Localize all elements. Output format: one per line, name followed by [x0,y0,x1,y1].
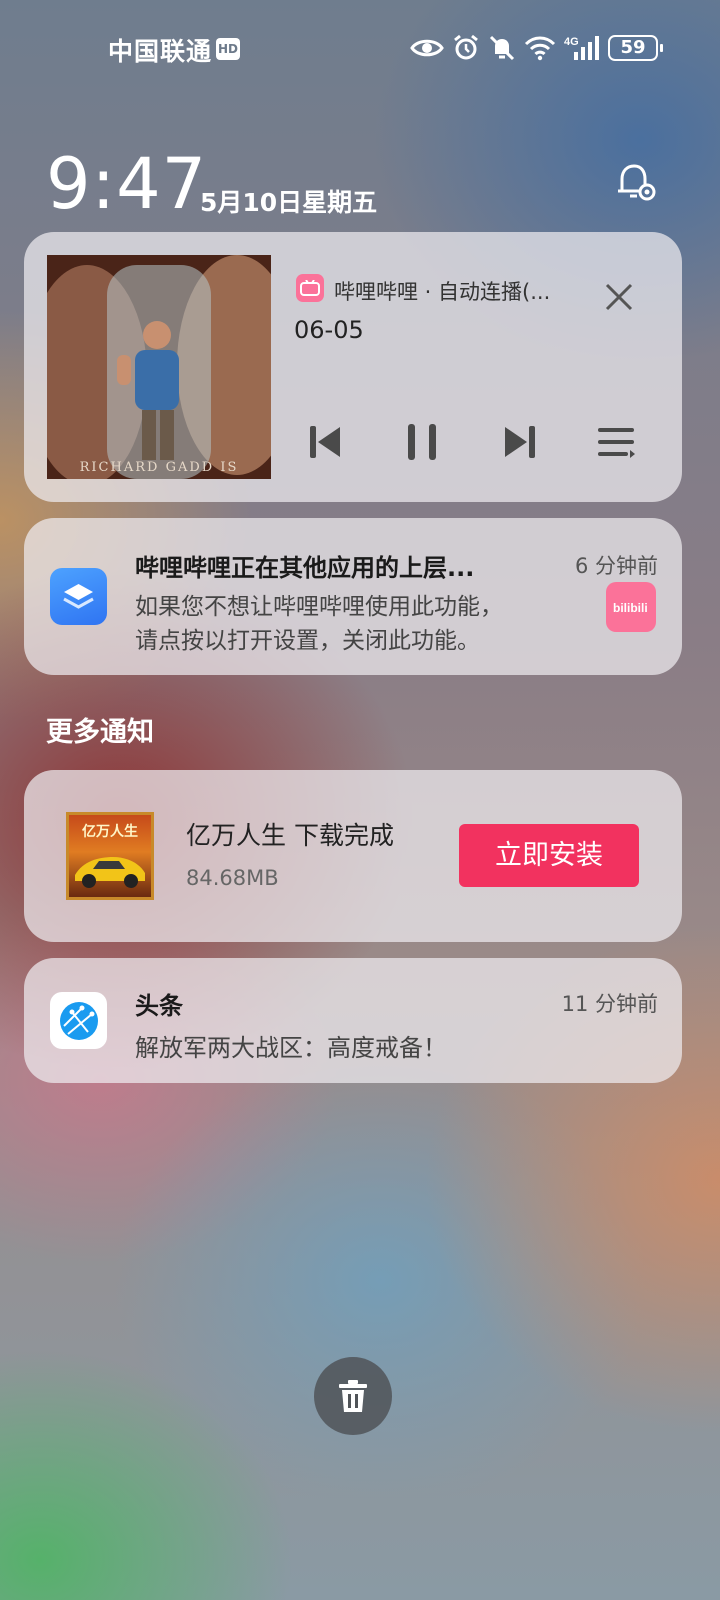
bilibili-badge-text: bilibili [613,601,648,615]
battery-level: 59 [620,37,646,58]
install-now-button[interactable]: 立即安装 [459,824,639,887]
playlist-icon[interactable] [596,422,636,462]
close-icon[interactable] [602,280,636,314]
news-app-name: 头条 [135,992,183,1020]
news-notification[interactable]: 头条 11 分钟前 解放军两大战区：高度戒备！ [24,958,682,1083]
eye-icon [410,39,444,57]
notification-body-line: 请点按以打开设置，关闭此功能。 [135,628,480,654]
trash-icon [339,1380,367,1412]
notification-title: 哔哩哔哩正在其他应用的上层... [135,554,475,582]
toutiao-app-icon [50,992,107,1049]
status-bar: 中国联通 HD 4G 59 [0,0,720,98]
bell-off-icon [489,35,515,61]
album-art-image [47,255,271,479]
media-title: 06-05 [294,316,364,344]
next-icon[interactable] [499,422,539,462]
battery-icon: 59 [608,35,663,61]
news-headline: 解放军两大战区：高度戒备！ [135,1034,447,1062]
bilibili-badge-icon: bilibili [606,582,656,632]
battery-tip [660,44,663,52]
status-icons: 4G 59 [410,30,663,66]
previous-icon[interactable] [306,422,346,462]
lockscreen-time: 9:47 [46,143,208,225]
album-caption: RICHARD GADD IS [79,460,239,475]
notification-time: 6 分钟前 [574,554,658,578]
lockscreen-date: 5月10日星期五 [200,188,378,217]
overlay-permission-notification[interactable]: 哔哩哔哩正在其他应用的上层... 6 分钟前 如果您不想让哔哩哔哩使用此功能， … [24,518,682,675]
bilibili-app-icon [296,274,324,302]
notification-body: 如果您不想让哔哩哔哩使用此功能， 请点按以打开设置，关闭此功能。 [135,590,575,658]
game-app-icon: 亿万人生 [66,812,154,900]
layers-app-icon [50,568,107,625]
album-art[interactable]: RICHARD GADD IS [47,255,271,479]
game-icon-text: 亿万人生 [82,824,138,840]
notification-settings-icon[interactable] [612,158,660,206]
notification-body-line: 如果您不想让哔哩哔哩使用此功能， [135,594,503,620]
pause-icon[interactable] [402,422,442,462]
download-title: 亿万人生 下载完成 [186,821,394,850]
media-app-line: 哔哩哔哩 · 自动连播(... [334,280,551,304]
hd-badge: HD [216,38,240,60]
carrier-label: 中国联通 [108,37,213,66]
clear-all-button[interactable] [314,1357,392,1435]
more-notifications-heading: 更多通知 [46,717,154,748]
news-time: 11 分钟前 [561,992,658,1016]
media-player-card[interactable]: RICHARD GADD IS 哔哩哔哩 · 自动连播(... 06-05 [24,232,682,502]
wifi-icon [524,36,556,61]
alarm-icon [454,34,478,60]
download-complete-notification[interactable]: 亿万人生 亿万人生 下载完成 84.68MB 立即安装 [24,770,682,942]
cellular-signal-icon: 4G [564,36,599,60]
svg-text:4G: 4G [564,36,579,48]
download-size: 84.68MB [186,866,279,890]
